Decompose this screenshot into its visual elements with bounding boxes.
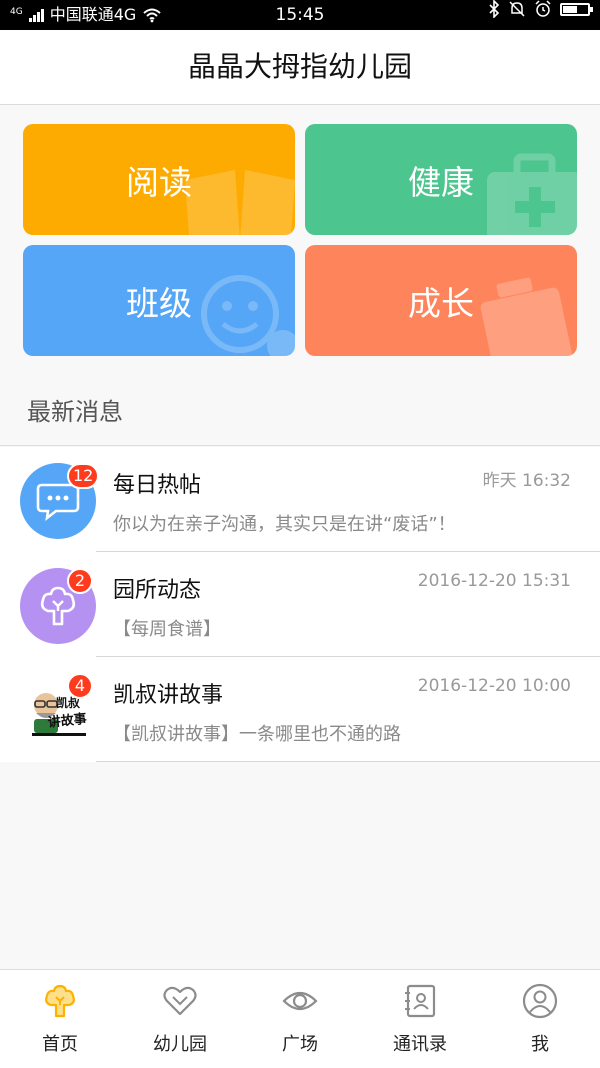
- message-item-uncle-kai-stories[interactable]: 凯叔 讲故事 4 凯叔讲故事 2016-12-20 10:00 【凯叔讲故事】一…: [0, 657, 600, 762]
- message-title: 园所动态: [113, 578, 202, 603]
- tile-reading-label: 阅读: [126, 162, 192, 202]
- tile-health[interactable]: 健康: [305, 124, 577, 235]
- book-icon: [185, 170, 295, 235]
- tab-contacts-label: 通讯录: [393, 1034, 447, 1055]
- tile-growth[interactable]: 成长: [305, 245, 577, 356]
- latest-messages-heading: 最新消息: [0, 378, 600, 446]
- unread-badge: 4: [67, 673, 93, 699]
- message-title: 凯叔讲故事: [113, 683, 224, 708]
- status-bar: 4G 中国联通4G 15:45: [0, 0, 600, 30]
- alarm-icon: [535, 0, 551, 17]
- unread-badge: 2: [67, 568, 93, 594]
- tab-square[interactable]: 广场: [240, 970, 360, 1068]
- divider: [96, 761, 600, 762]
- tile-class-label: 班级: [126, 283, 192, 323]
- tab-me-label: 我: [531, 1034, 549, 1055]
- heart-icon: [163, 986, 197, 1016]
- document-icon: [480, 277, 576, 356]
- tab-kindergarten-label: 幼儿园: [153, 1034, 207, 1055]
- tab-square-label: 广场: [282, 1034, 318, 1055]
- message-preview: 你以为在亲子沟通，其实只是在讲“废话”！: [113, 514, 456, 535]
- contacts-icon: [405, 984, 436, 1018]
- profile-icon: [522, 983, 558, 1019]
- tab-kindergarten[interactable]: 幼儿园: [120, 970, 240, 1068]
- tab-home-label: 首页: [42, 1034, 78, 1055]
- message-time: 昨天 16:32: [482, 471, 571, 491]
- feature-grid: 阅读 健康 班级 成长: [23, 124, 577, 356]
- bottom-nav: 首页 幼儿园 广场 通讯录 我: [0, 969, 600, 1068]
- battery-icon: [560, 2, 593, 16]
- message-time: 2016-12-20 15:31: [417, 571, 571, 591]
- message-preview: 【凯叔讲故事】一条哪里也不通的路: [113, 724, 401, 745]
- medical-kit-icon: [487, 153, 577, 235]
- message-list: 12 每日热帖 昨天 16:32 你以为在亲子沟通，其实只是在讲“废话”！ 2 …: [0, 447, 600, 762]
- tab-home[interactable]: 首页: [0, 970, 120, 1068]
- tile-health-label: 健康: [408, 162, 474, 202]
- tab-contacts[interactable]: 通讯录: [360, 970, 480, 1068]
- smiley-icon: [201, 275, 295, 356]
- bluetooth-icon: [489, 0, 500, 18]
- message-preview: 【每周食谱】: [113, 619, 221, 640]
- home-tree-icon: [45, 984, 75, 1018]
- eye-icon: [282, 991, 318, 1011]
- tile-class[interactable]: 班级: [23, 245, 295, 356]
- message-item-daily-hot[interactable]: 12 每日热帖 昨天 16:32 你以为在亲子沟通，其实只是在讲“废话”！: [0, 447, 600, 552]
- unread-badge: 12: [67, 463, 100, 489]
- silent-bell-icon: [509, 1, 525, 17]
- page-title: 晶晶大拇指幼儿园: [0, 30, 600, 105]
- tile-growth-label: 成长: [408, 283, 474, 323]
- message-title: 每日热帖: [113, 473, 202, 498]
- tile-reading[interactable]: 阅读: [23, 124, 295, 235]
- message-item-school-news[interactable]: 2 园所动态 2016-12-20 15:31 【每周食谱】: [0, 552, 600, 657]
- tab-me[interactable]: 我: [480, 970, 600, 1068]
- message-time: 2016-12-20 10:00: [417, 676, 571, 696]
